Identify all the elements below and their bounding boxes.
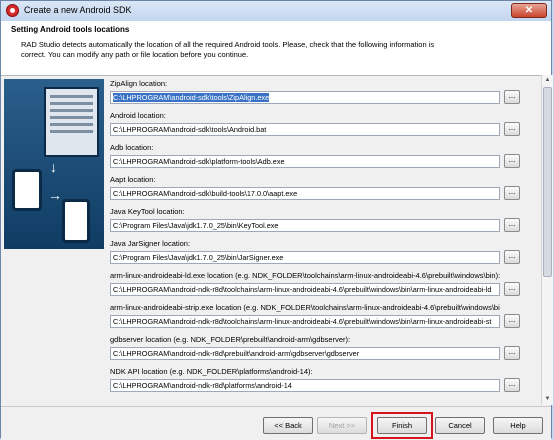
help-button[interactable]: Help (493, 417, 543, 434)
tool-location-field: Java KeyTool location: C:\Program Files\J… (110, 207, 540, 235)
tool-location-field: Aapt location: C:\LHPROGRAM\android-sdk\b… (110, 175, 540, 203)
page-description: RAD Studio detects automatically the loc… (21, 40, 435, 59)
browse-button[interactable]: ... (504, 314, 520, 328)
path-input[interactable]: C:\LHPROGRAM\android-ndk-r8d\toolchains\… (110, 315, 500, 328)
tablet-icon (12, 169, 42, 211)
tool-location-field: ZipAlign location: C:\LHPROGRAM\android-s… (110, 79, 540, 107)
field-label: Java KeyTool location: (110, 207, 185, 216)
path-value: C:\LHPROGRAM\android-ndk-r8d\prebuilt\an… (113, 349, 360, 358)
title-bar[interactable]: Create a new Android SDK ✕ (1, 1, 551, 22)
field-label: Java JarSigner location: (110, 239, 191, 248)
back-button[interactable]: << Back (263, 417, 313, 434)
wizard-footer: << Back Next >> Finish Cancel Help (1, 406, 551, 440)
path-input[interactable]: C:\LHPROGRAM\android-ndk-r8d\prebuilt\an… (110, 347, 500, 360)
path-input[interactable]: C:\LHPROGRAM\android-sdk\tools\ZipAlign.… (110, 91, 500, 104)
arrow-icon: ↓ (50, 159, 57, 175)
browse-button[interactable]: ... (504, 122, 520, 136)
path-value: C:\LHPROGRAM\android-ndk-r8d\toolchains\… (113, 317, 492, 326)
tool-location-field: Android location: C:\LHPROGRAM\android-sd… (110, 111, 540, 139)
path-value: C:\Program Files\Java\jdk1.7.0_25\bin\Ja… (113, 253, 284, 262)
android-tools-illustration: ↓ → (4, 79, 104, 249)
close-button[interactable]: ✕ (511, 3, 547, 18)
page-title: Setting Android tools locations (11, 25, 130, 34)
browse-button[interactable]: ... (504, 90, 520, 104)
rad-studio-icon (6, 4, 19, 17)
scroll-down-arrow-icon[interactable]: ▼ (542, 394, 553, 405)
path-input[interactable]: C:\LHPROGRAM\android-ndk-r8d\toolchains\… (110, 283, 500, 296)
field-label: Android location: (110, 111, 166, 120)
path-value: C:\LHPROGRAM\android-ndk-r8d\toolchains\… (113, 285, 492, 294)
cancel-button[interactable]: Cancel (435, 417, 485, 434)
field-label: arm-linux-androideabi-strip.exe location… (110, 303, 500, 312)
tool-location-field: Java JarSigner location: C:\Program Files… (110, 239, 540, 267)
vertical-scrollbar[interactable]: ▲ ▼ (541, 75, 553, 405)
path-value: C:\LHPROGRAM\android-sdk\build-tools\17.… (113, 189, 298, 198)
browse-button[interactable]: ... (504, 282, 520, 296)
path-input[interactable]: C:\LHPROGRAM\android-ndk-r8d\platforms\a… (110, 379, 500, 392)
tool-location-field: arm-linux-androideabi-strip.exe location… (110, 303, 540, 331)
browse-button[interactable]: ... (504, 378, 520, 392)
arrow-icon: → (48, 187, 62, 203)
browse-button[interactable]: ... (504, 346, 520, 360)
browse-button[interactable]: ... (504, 250, 520, 264)
finish-button[interactable]: Finish (377, 417, 427, 434)
path-value: C:\LHPROGRAM\android-sdk\platform-tools\… (113, 157, 285, 166)
phone-icon (62, 199, 90, 243)
window-title: Create a new Android SDK (24, 5, 132, 15)
path-value: C:\Program Files\Java\jdk1.7.0_25\bin\Ke… (113, 221, 279, 230)
path-input[interactable]: C:\LHPROGRAM\android-sdk\tools\Android.b… (110, 123, 500, 136)
browse-button[interactable]: ... (504, 218, 520, 232)
tool-location-field: Adb location: C:\LHPROGRAM\android-sdk\pl… (110, 143, 540, 171)
path-value: C:\LHPROGRAM\android-sdk\tools\Android.b… (113, 125, 267, 134)
tool-location-field: NDK API location (e.g. NDK_FOLDER\platfo… (110, 367, 540, 395)
path-value: C:\LHPROGRAM\android-ndk-r8d\platforms\a… (113, 381, 292, 390)
scrollbar-thumb[interactable] (543, 87, 552, 277)
path-input[interactable]: C:\Program Files\Java\jdk1.7.0_25\bin\Ke… (110, 219, 500, 232)
path-value: C:\LHPROGRAM\android-sdk\tools\ZipAlign.… (113, 93, 270, 102)
monitor-icon (44, 87, 99, 157)
field-label: arm-linux-androideabi-ld.exe location (e… (110, 271, 501, 280)
path-input[interactable]: C:\LHPROGRAM\android-sdk\build-tools\17.… (110, 187, 500, 200)
tool-location-field: arm-linux-androideabi-ld.exe location (e… (110, 271, 540, 299)
field-label: ZipAlign location: (110, 79, 168, 88)
tool-location-field: gdbserver location (e.g. NDK_FOLDER\preb… (110, 335, 540, 363)
path-input[interactable]: C:\Program Files\Java\jdk1.7.0_25\bin\Ja… (110, 251, 500, 264)
field-label: Adb location: (110, 143, 154, 152)
dialog-window: Create a new Android SDK ✕ Setting Andro… (0, 0, 553, 440)
wizard-header: Setting Android tools locations RAD Stud… (1, 21, 551, 76)
field-label: NDK API location (e.g. NDK_FOLDER\platfo… (110, 367, 313, 376)
path-input[interactable]: C:\LHPROGRAM\android-sdk\platform-tools\… (110, 155, 500, 168)
field-label: gdbserver location (e.g. NDK_FOLDER\preb… (110, 335, 351, 344)
browse-button[interactable]: ... (504, 186, 520, 200)
next-button[interactable]: Next >> (317, 417, 367, 434)
scroll-up-arrow-icon[interactable]: ▲ (542, 75, 553, 86)
browse-button[interactable]: ... (504, 154, 520, 168)
field-label: Aapt location: (110, 175, 156, 184)
